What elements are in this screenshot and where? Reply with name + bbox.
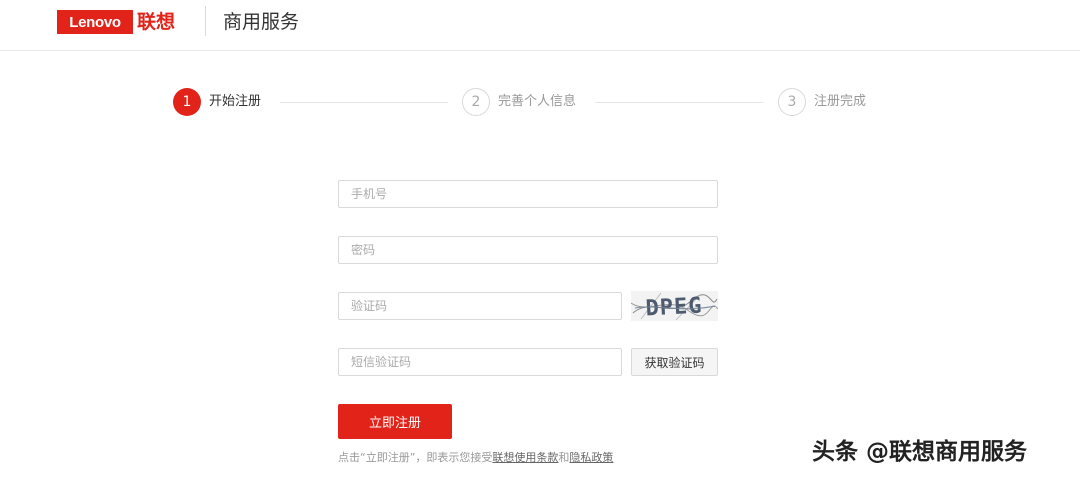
phone-input[interactable] [338, 180, 718, 208]
agreement-prefix: 点击“立即注册”，即表示您接受 [338, 451, 493, 464]
step-2-label: 完善个人信息 [498, 94, 577, 109]
step-1-number: 1 [173, 88, 201, 116]
privacy-link[interactable]: 隐私政策 [569, 451, 613, 464]
get-sms-code-button[interactable]: 获取验证码 [631, 348, 718, 376]
step-3-number: 3 [778, 88, 806, 116]
step-2-number: 2 [462, 88, 490, 116]
logo-chinese: 联想 [137, 11, 176, 33]
step-connector-2 [595, 102, 763, 103]
watermark-text: 头条 @联想商用服务 [812, 439, 1028, 465]
captcha-input[interactable] [338, 292, 622, 320]
register-submit-button[interactable]: 立即注册 [338, 404, 452, 439]
password-input[interactable] [338, 236, 718, 264]
agreement-conjunction: 和 [558, 451, 570, 464]
step-1-label: 开始注册 [209, 94, 262, 109]
sms-code-input[interactable] [338, 348, 622, 376]
page-title: 商用服务 [223, 11, 300, 33]
captcha-image[interactable]: DPEG [631, 291, 718, 321]
lenovo-logo[interactable]: Lenovo 联想 [57, 10, 185, 34]
step-3-label: 注册完成 [814, 94, 867, 109]
step-connector-1 [280, 102, 448, 103]
header-divider [205, 6, 206, 36]
logo-wordmark: Lenovo [57, 10, 133, 34]
terms-link[interactable]: 联想使用条款 [492, 451, 558, 464]
agreement-notice: 点击“立即注册”，即表示您接受联想使用条款和隐私政策 [338, 451, 613, 465]
top-header: Lenovo 联想 商用服务 [0, 0, 1080, 51]
registration-steps: 1 开始注册 2 完善个人信息 3 注册完成 [0, 86, 1080, 118]
